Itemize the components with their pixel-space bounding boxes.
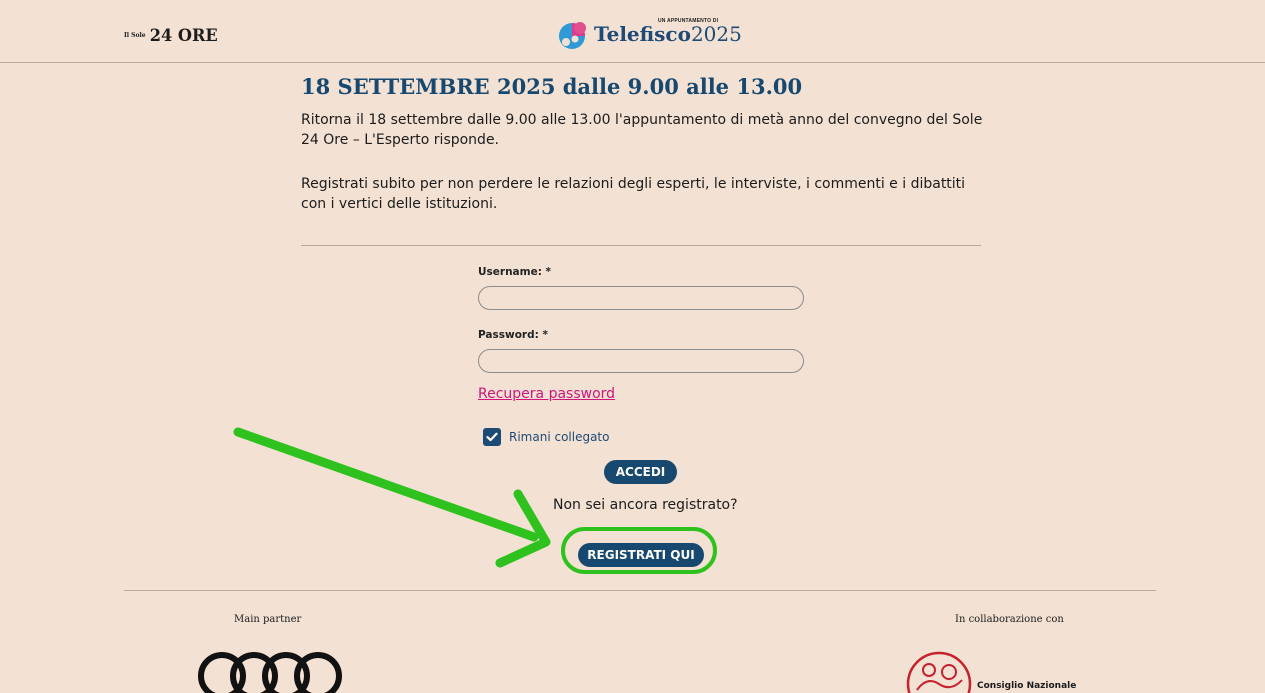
cn-logo-text: Consiglio Nazionale xyxy=(977,681,1077,691)
audi-rings-icon[interactable] xyxy=(196,648,346,693)
footer-divider xyxy=(124,590,1156,591)
main-partner-label: Main partner xyxy=(234,614,302,625)
cn-logo-icon[interactable] xyxy=(902,650,977,693)
collaboration-label: In collaborazione con xyxy=(955,614,1064,625)
